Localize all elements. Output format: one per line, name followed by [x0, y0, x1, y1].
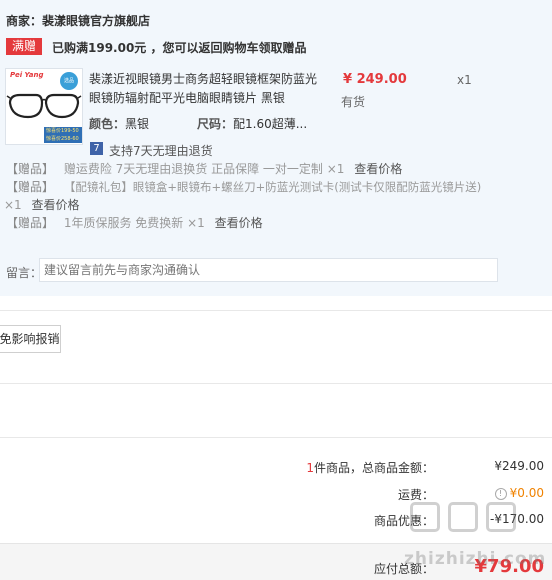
gift-row: 【赠品】 【配镜礼包】眼镜盒+眼镜布+螺丝刀+防蓝光测试卡(测试卡仅限配防蓝光镜… — [6, 178, 481, 195]
goods-count-line: 1件商品，总商品金额： — [306, 459, 434, 476]
gift-tag: 【赠品】 — [6, 216, 55, 230]
goods-count-text: 件商品，总商品金额： — [313, 461, 434, 475]
gift-tag: 【赠品】 — [6, 180, 55, 194]
watermark-logo — [486, 502, 516, 532]
info-icon[interactable]: ! — [494, 487, 507, 500]
watermark-text: zhizhizhi.com — [404, 549, 547, 569]
divider — [0, 383, 552, 384]
view-price-link[interactable]: 查看价格 — [32, 198, 80, 212]
goods-count: 1 — [306, 461, 314, 475]
gift-quantity: ×1 — [4, 198, 22, 212]
view-price-link[interactable]: 查看价格 — [215, 216, 263, 230]
gift-item: 【配镜礼包】眼镜盒+眼镜布+螺丝刀+防蓝光测试卡(测试卡仅限配防蓝光镜片送) — [63, 180, 482, 194]
divider — [0, 437, 552, 438]
shipping-label: 运费： — [397, 488, 434, 502]
message-label: 留言： — [6, 266, 43, 280]
promo-text: 已购满199.00元 ，您可以返回购物车领取赠品 — [52, 41, 307, 55]
product-name-link[interactable]: 裴漾近视眼镜男士商务超轻眼镜框架防蓝光眼镜防辐射配平光电脑眼睛镜片 黑银 — [89, 70, 319, 108]
product-color: 颜色：黑银 — [89, 115, 149, 132]
gift-item: 赠运费险 7天无理由退换货 正品保障 一对一定制 ×1 — [63, 162, 345, 176]
seven-day-return-icon: 7 — [90, 142, 103, 155]
gift-tag: 【赠品】 — [6, 162, 55, 176]
gift-row: 【赠品】 1年质保服务 免费换新 ×1 查看价格 — [6, 214, 263, 231]
reimbursement-button[interactable]: 免影响报销 — [0, 325, 61, 353]
color-label: 颜色： — [89, 117, 126, 131]
product-thumbnail[interactable]: Pei Yang 选品 惊喜价199-50 惊喜价258-60 — [5, 68, 83, 145]
thumb-brand-logo: Pei Yang — [10, 71, 44, 79]
size-value: 配1.60超薄... — [233, 117, 308, 131]
divider — [0, 310, 552, 311]
product-quantity: x1 — [457, 73, 472, 87]
watermark-logo — [410, 502, 440, 532]
store-header: 商家：裴漾眼镜官方旗舰店 — [6, 12, 150, 29]
store-label: 商家： — [6, 14, 43, 28]
return-policy-text: 支持7天无理由退货 — [109, 144, 213, 158]
gift-row-continued: ×1 查看价格 — [4, 196, 80, 213]
promo-tag: 满赠 — [6, 38, 42, 55]
watermark-logo — [448, 502, 478, 532]
goods-total: ¥249.00 — [494, 459, 544, 473]
stock-status: 有货 — [341, 95, 366, 109]
store-name[interactable]: 裴漾眼镜官方旗舰店 — [42, 14, 150, 28]
gift-item: 1年质保服务 免费换新 ×1 — [63, 216, 205, 230]
color-value: 黑银 — [125, 117, 150, 131]
shipping-fee: ! ¥0.00 — [494, 486, 544, 500]
message-input[interactable] — [39, 258, 498, 282]
product-price: ¥ 249.00 — [343, 72, 407, 87]
gift-row: 【赠品】 赠运费险 7天无理由退换货 正品保障 一对一定制 ×1 查看价格 — [6, 160, 402, 177]
view-price-link[interactable]: 查看价格 — [354, 162, 402, 176]
size-label: 尺码： — [197, 117, 234, 131]
product-size: 尺码：配1.60超薄... — [197, 115, 307, 132]
thumb-price-strip: 惊喜价199-50 惊喜价258-60 — [44, 127, 82, 143]
